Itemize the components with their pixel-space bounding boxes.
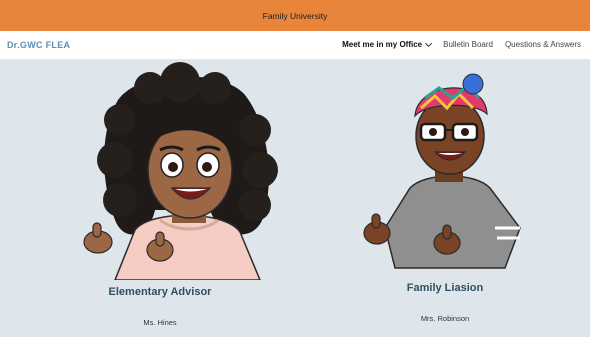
- announcement-banner: Family University: [0, 0, 590, 31]
- avatar: [83, 62, 278, 280]
- nav-item-bulletin-board[interactable]: Bulletin Board: [443, 40, 493, 49]
- staff-name: Ms. Hines: [143, 318, 177, 327]
- nav-item-questions-answers[interactable]: Questions & Answers: [505, 40, 581, 49]
- site-brand[interactable]: Dr.GWC FLEA: [7, 40, 70, 50]
- staff-name: Mrs. Robinson: [420, 314, 470, 323]
- nav-menu: Meet me in my Office Bulletin Board Ques…: [330, 39, 581, 49]
- staff-card-liaison: Family Liasion Mrs. Robinson: [350, 60, 570, 337]
- banner-text: Family University: [262, 10, 328, 21]
- top-navbar: Dr.GWC FLEA Meet me in my Office Bulleti…: [0, 31, 590, 60]
- staff-role: Elementary Advisor: [108, 286, 212, 298]
- staff-card-advisor: Elementary Advisor Ms. Hines: [60, 60, 280, 337]
- avatar: [363, 73, 521, 269]
- staff-role: Family Liasion: [406, 282, 484, 294]
- chevron-down-icon: [425, 39, 433, 47]
- nav-item-label: Meet me in my Office: [342, 40, 423, 49]
- nav-item-label: Questions & Answers: [504, 40, 581, 49]
- nav-item-label: Bulletin Board: [443, 40, 493, 49]
- nav-item-meet-me[interactable]: Meet me in my Office: [342, 39, 433, 49]
